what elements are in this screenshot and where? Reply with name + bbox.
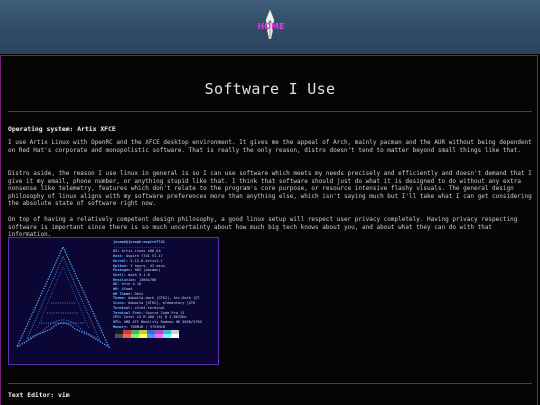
palette-swatch [155, 334, 163, 338]
neofetch-info: joseph@joseph-aspire7741 ---------------… [113, 240, 218, 338]
neofetch-row: Memory: 768MiB / 3751MiB [113, 324, 218, 330]
arch-logo-icon [15, 245, 111, 349]
neofetch-value: Xfwm4 [121, 287, 133, 292]
palette-swatch [171, 334, 179, 338]
os-paragraph-2: Distro aside, the reason I use linux in … [8, 170, 532, 208]
neofetch-key: OS: [113, 249, 120, 254]
title-divider [8, 111, 532, 112]
site-header: HOME [0, 0, 540, 54]
palette-swatch [139, 334, 147, 338]
neofetch-value: Dest [134, 291, 144, 296]
neofetch-key: Uptime: [113, 263, 129, 268]
section-heading-os: Operating system: Artix XFCE [8, 125, 116, 133]
neofetch-key: Theme: [113, 296, 126, 301]
neofetch-value: xfce4-terminal [134, 305, 165, 310]
neofetch-key: DE: [113, 282, 120, 287]
neofetch-key: Terminal Font: [113, 310, 144, 315]
neofetch-value: AMD ATI Mobility Radeon HD 5650/5750 [123, 319, 202, 324]
neofetch-key: CPU: [113, 315, 122, 320]
neofetch-value: 768MiB / 3751MiB [130, 324, 165, 329]
os-paragraph-1: I use Artix Linux with OpenRC and the XF… [8, 139, 532, 154]
neofetch-key: Resolution: [113, 277, 137, 282]
neofetch-key: Memory: [113, 324, 129, 329]
neofetch-value: 3 hours, 42 mins [130, 263, 165, 268]
neofetch-value: Adwaita-dark [GTK2], Arc-Dark [GT [128, 296, 200, 301]
neofetch-key: Host: [113, 254, 124, 259]
neofetch-value: 902 (pacman) [134, 268, 161, 273]
palette-swatch [123, 334, 131, 338]
neofetch-value: 1366x768 [138, 277, 157, 282]
section-heading-editor: Text Editor: vim [8, 391, 70, 399]
neofetch-value: Aspire 7741 V1.17 [126, 254, 163, 259]
content-panel: Software I Use Operating system: Artix X… [0, 55, 538, 405]
page-title: Software I Use [204, 80, 336, 98]
neofetch-value: Source Code Pro 11 [145, 310, 185, 315]
neofetch-key: WM Theme: [113, 291, 133, 296]
palette-swatch [147, 334, 155, 338]
os-paragraph-3: On top of having a relatively competent … [8, 216, 518, 239]
palette-swatch [115, 334, 123, 338]
neofetch-screenshot: joseph@joseph-aspire7741 ---------------… [8, 237, 219, 365]
neofetch-key: Shell: [113, 272, 126, 277]
neofetch-value: Intel i5 M 460 (4) @ 2.667GHz [123, 315, 187, 320]
neofetch-key: Terminal: [113, 305, 133, 310]
neofetch-value: Artix Linux x86_64 [121, 249, 161, 254]
palette-swatch [131, 334, 139, 338]
section-divider [8, 383, 532, 384]
neofetch-value: Xfce 4.16 [121, 282, 142, 287]
neofetch-value: bash 5.1.8 [128, 272, 150, 277]
home-link[interactable]: HOME [251, 22, 291, 31]
neofetch-key: GPU: [113, 319, 122, 324]
neofetch-key: WM: [113, 287, 120, 292]
neofetch-value: 5.12.6-artix1-1 [130, 258, 163, 263]
neofetch-key: Packages: [113, 268, 133, 273]
neofetch-key: Icons: [113, 301, 126, 306]
color-palette [115, 330, 179, 338]
neofetch-key: Kernel: [113, 258, 129, 263]
palette-swatch [163, 334, 171, 338]
neofetch-value: Adwaita [GTK2], elementary [GTK [128, 301, 196, 306]
